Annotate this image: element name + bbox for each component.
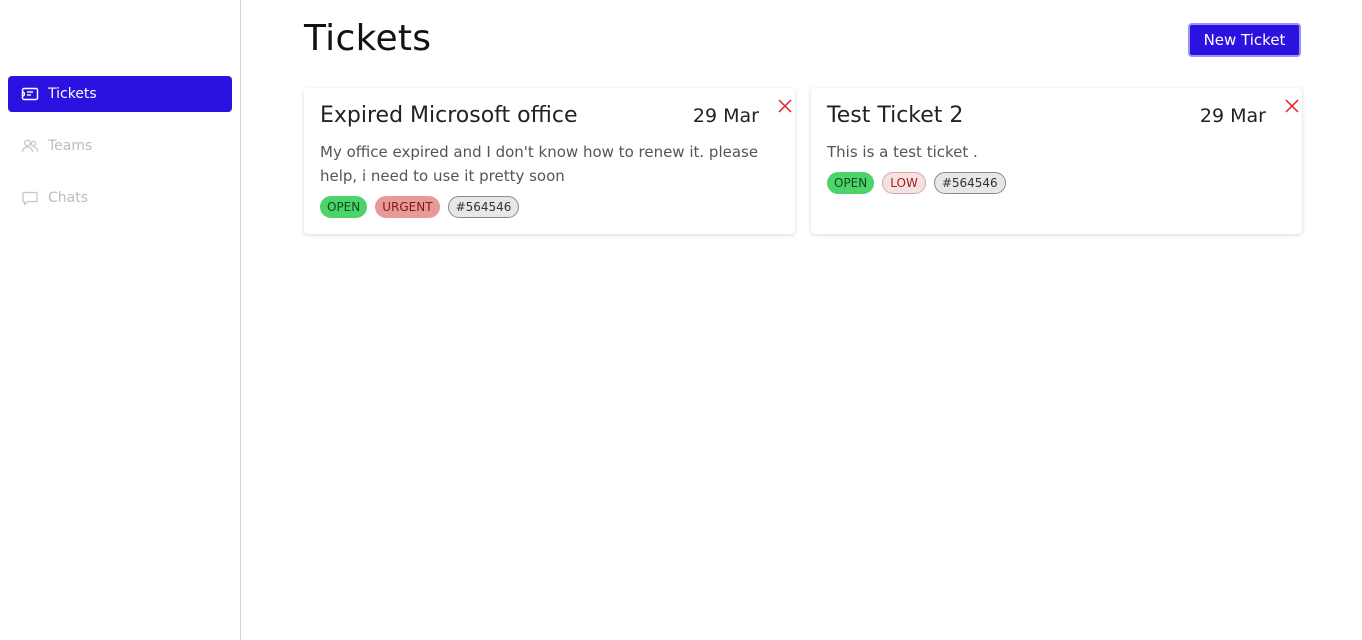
sidebar-item-tickets[interactable]: Tickets	[8, 76, 232, 112]
sidebar-item-teams[interactable]: Teams	[8, 128, 232, 164]
close-icon[interactable]	[777, 98, 793, 114]
priority-badge: URGENT	[375, 196, 440, 218]
chat-bubble-icon	[20, 188, 40, 208]
sidebar-item-chats[interactable]: Chats	[8, 180, 232, 216]
priority-badge: LOW	[882, 172, 926, 194]
sidebar-item-label: Teams	[48, 138, 93, 154]
ticket-icon	[20, 84, 40, 104]
users-icon	[20, 136, 40, 156]
status-badge: OPEN	[827, 172, 875, 194]
ticket-card[interactable]: Test Ticket 2 29 Mar This is a test tick…	[811, 88, 1302, 234]
ticket-description: This is a test ticket .	[827, 143, 978, 161]
status-badge: OPEN	[320, 196, 368, 218]
ticket-date: 29 Mar	[692, 105, 759, 127]
ticket-tags: OPEN URGENT #564546	[320, 196, 520, 218]
ticket-tags: OPEN LOW #564546	[827, 172, 1006, 194]
ticket-title: Expired Microsoft office	[320, 103, 578, 128]
ticket-date: 29 Mar	[1199, 105, 1266, 127]
new-ticket-button[interactable]: New Ticket	[1188, 23, 1301, 57]
close-icon[interactable]	[1284, 98, 1300, 114]
page-title: Tickets	[304, 18, 432, 59]
ticket-card[interactable]: Expired Microsoft office 29 Mar My offic…	[304, 88, 795, 234]
sidebar-item-label: Chats	[48, 190, 89, 206]
ticket-description: My office expired and I don't know how t…	[320, 143, 759, 185]
ticket-title: Test Ticket 2	[827, 103, 964, 128]
ticket-id-badge: #564546	[933, 172, 1006, 194]
sidebar-item-label: Tickets	[48, 86, 97, 102]
app: Tickets Teams Chats Tickets New Ticket E…	[0, 0, 1362, 640]
ticket-id-badge: #564546	[447, 196, 520, 218]
sidebar: Tickets Teams Chats	[0, 0, 241, 640]
